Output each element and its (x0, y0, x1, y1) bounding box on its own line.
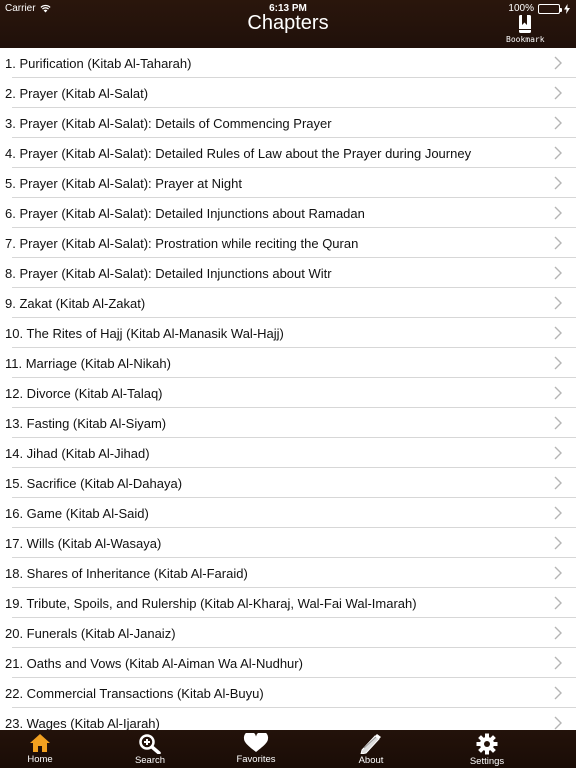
chapter-title: 17. Wills (Kitab Al-Wasaya) (5, 535, 162, 551)
chapter-row[interactable]: 22. Commercial Transactions (Kitab Al-Bu… (0, 678, 576, 708)
tab-settings[interactable]: Settings (442, 730, 532, 768)
chevron-right-icon (554, 686, 562, 700)
chapter-row[interactable]: 15. Sacrifice (Kitab Al-Dahaya) (0, 468, 576, 498)
chevron-right-icon (554, 566, 562, 580)
chevron-right-icon (554, 86, 562, 100)
chapter-row[interactable]: 4. Prayer (Kitab Al-Salat): Detailed Rul… (0, 138, 576, 168)
chevron-right-icon (554, 206, 562, 220)
chapter-title: 16. Game (Kitab Al-Said) (5, 505, 149, 521)
chevron-right-icon (554, 56, 562, 70)
chapter-row[interactable]: 5. Prayer (Kitab Al-Salat): Prayer at Ni… (0, 168, 576, 198)
chevron-right-icon (554, 386, 562, 400)
chapter-row[interactable]: 1. Purification (Kitab Al-Taharah) (0, 48, 576, 78)
chapter-title: 7. Prayer (Kitab Al-Salat): Prostration … (5, 235, 359, 251)
chevron-right-icon (554, 596, 562, 610)
chapter-title: 1. Purification (Kitab Al-Taharah) (5, 55, 192, 71)
tab-about-label: About (358, 755, 384, 766)
navigation-bar: Carrier 6:13 PM 100% Chapters Bookmark (0, 0, 576, 48)
chapter-row[interactable]: 2. Prayer (Kitab Al-Salat) (0, 78, 576, 108)
chapter-title: 5. Prayer (Kitab Al-Salat): Prayer at Ni… (5, 175, 242, 191)
chapter-title: 6. Prayer (Kitab Al-Salat): Detailed Inj… (5, 205, 365, 221)
chevron-right-icon (554, 476, 562, 490)
tab-settings-label: Settings (469, 756, 505, 767)
chevron-right-icon (554, 116, 562, 130)
chapter-row[interactable]: 23. Wages (Kitab Al-Ijarah) (0, 708, 576, 730)
chapter-row[interactable]: 16. Game (Kitab Al-Said) (0, 498, 576, 528)
chapter-title: 21. Oaths and Vows (Kitab Al-Aiman Wa Al… (5, 655, 303, 671)
chevron-right-icon (554, 176, 562, 190)
tab-home[interactable]: Home (0, 730, 85, 768)
bookmark-button[interactable]: Bookmark (506, 14, 545, 44)
tab-bar: Home Search Favorites About Settings (0, 730, 576, 768)
chevron-right-icon (554, 656, 562, 670)
chevron-right-icon (554, 266, 562, 280)
chevron-right-icon (554, 236, 562, 250)
tab-home-label: Home (27, 754, 53, 765)
page-title: Chapters (247, 12, 329, 34)
tab-favorites[interactable]: Favorites (211, 730, 301, 768)
chapter-row[interactable]: 8. Prayer (Kitab Al-Salat): Detailed Inj… (0, 258, 576, 288)
chevron-right-icon (554, 626, 562, 640)
heart-icon (243, 733, 269, 752)
chevron-right-icon (554, 716, 562, 730)
chapter-row[interactable]: 3. Prayer (Kitab Al-Salat): Details of C… (0, 108, 576, 138)
tab-search-label: Search (134, 755, 166, 766)
chapter-row[interactable]: 6. Prayer (Kitab Al-Salat): Detailed Inj… (0, 198, 576, 228)
chevron-right-icon (554, 446, 562, 460)
chapter-title: 22. Commercial Transactions (Kitab Al-Bu… (5, 685, 264, 701)
chevron-right-icon (554, 146, 562, 160)
chapter-row[interactable]: 11. Marriage (Kitab Al-Nikah) (0, 348, 576, 378)
chapter-row[interactable]: 18. Shares of Inheritance (Kitab Al-Fara… (0, 558, 576, 588)
tab-search[interactable]: Search (105, 730, 195, 768)
chapter-title: 4. Prayer (Kitab Al-Salat): Detailed Rul… (5, 145, 472, 161)
chapter-title: 23. Wages (Kitab Al-Ijarah) (5, 715, 160, 731)
bookmark-icon (519, 15, 531, 33)
chapter-list[interactable]: 1. Purification (Kitab Al-Taharah) 2. Pra… (0, 48, 576, 730)
search-icon (139, 734, 161, 754)
chapter-title: 10. The Rites of Hajj (Kitab Al-Manasik … (5, 325, 284, 341)
chapter-row[interactable]: 9. Zakat (Kitab Al-Zakat) (0, 288, 576, 318)
chevron-right-icon (554, 416, 562, 430)
chapter-row[interactable]: 17. Wills (Kitab Al-Wasaya) (0, 528, 576, 558)
chapter-title: 18. Shares of Inheritance (Kitab Al-Fara… (5, 565, 248, 581)
chapter-title: 11. Marriage (Kitab Al-Nikah) (5, 355, 171, 371)
pencil-icon (360, 734, 381, 754)
chapter-title: 20. Funerals (Kitab Al-Janaiz) (5, 625, 176, 641)
chapter-row[interactable]: 21. Oaths and Vows (Kitab Al-Aiman Wa Al… (0, 648, 576, 678)
chevron-right-icon (554, 356, 562, 370)
chapter-title: 14. Jihad (Kitab Al-Jihad) (5, 445, 150, 461)
chevron-right-icon (554, 296, 562, 310)
chapter-title: 2. Prayer (Kitab Al-Salat) (5, 85, 149, 101)
gear-icon (476, 733, 498, 755)
tab-favorites-label: Favorites (236, 754, 276, 765)
chapter-title: 19. Tribute, Spoils, and Rulership (Kita… (5, 595, 417, 611)
chapter-row[interactable]: 19. Tribute, Spoils, and Rulership (Kita… (0, 588, 576, 618)
chevron-right-icon (554, 326, 562, 340)
home-icon (30, 734, 50, 752)
chapter-title: 13. Fasting (Kitab Al-Siyam) (5, 415, 167, 431)
bookmark-label: Bookmark (506, 35, 545, 44)
tab-about[interactable]: About (326, 730, 416, 768)
chapter-row[interactable]: 14. Jihad (Kitab Al-Jihad) (0, 438, 576, 468)
chapter-title: 8. Prayer (Kitab Al-Salat): Detailed Inj… (5, 265, 332, 281)
chapter-row[interactable]: 20. Funerals (Kitab Al-Janaiz) (0, 618, 576, 648)
chevron-right-icon (554, 506, 562, 520)
chapter-row[interactable]: 13. Fasting (Kitab Al-Siyam) (0, 408, 576, 438)
chapter-row[interactable]: 12. Divorce (Kitab Al-Talaq) (0, 378, 576, 408)
chapter-row[interactable]: 7. Prayer (Kitab Al-Salat): Prostration … (0, 228, 576, 258)
chapter-title: 9. Zakat (Kitab Al-Zakat) (5, 295, 146, 311)
chapter-title: 15. Sacrifice (Kitab Al-Dahaya) (5, 475, 183, 491)
chapter-title: 12. Divorce (Kitab Al-Talaq) (5, 385, 163, 401)
chapter-row[interactable]: 10. The Rites of Hajj (Kitab Al-Manasik … (0, 318, 576, 348)
chapter-title: 3. Prayer (Kitab Al-Salat): Details of C… (5, 115, 332, 131)
chevron-right-icon (554, 536, 562, 550)
